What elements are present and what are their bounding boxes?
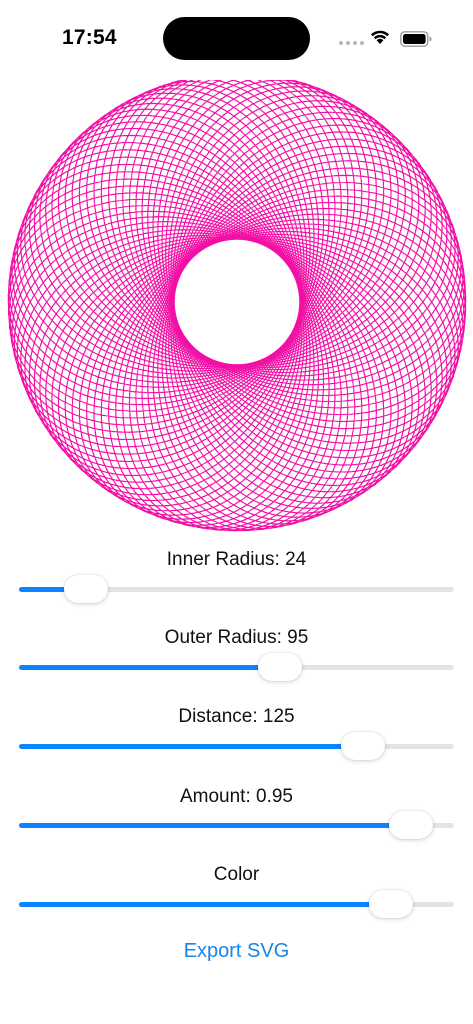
outer-radius-label: Outer Radius: 95	[164, 627, 309, 648]
outer-radius-slider[interactable]	[19, 647, 454, 687]
slider-fill	[19, 665, 280, 670]
slider-fill	[19, 902, 391, 907]
slider-fill	[19, 744, 363, 749]
slider-thumb[interactable]	[368, 890, 413, 918]
wifi-icon	[371, 30, 389, 44]
export-svg-button[interactable]: Export SVG	[0, 940, 473, 963]
color-slider[interactable]	[19, 884, 454, 924]
status-time: 17:54	[62, 26, 117, 49]
cellular-signal-icon	[339, 41, 364, 47]
inner-radius-label: Inner Radius: 24	[166, 549, 307, 570]
color-label: Color	[213, 864, 260, 885]
slider-thumb[interactable]	[64, 575, 109, 603]
spirograph-canvas	[7, 80, 467, 532]
slider-thumb[interactable]	[340, 732, 385, 760]
amount-slider[interactable]	[19, 805, 454, 845]
battery-icon	[400, 31, 432, 47]
status-bar: 17:54	[0, 0, 473, 72]
slider-thumb[interactable]	[258, 653, 302, 681]
slider-thumb[interactable]	[388, 811, 433, 839]
inner-radius-slider[interactable]	[19, 569, 454, 609]
slider-fill	[19, 823, 411, 828]
dynamic-island	[163, 17, 310, 60]
distance-slider[interactable]	[19, 726, 454, 766]
spirograph-curve	[7, 80, 467, 532]
distance-label: Distance: 125	[178, 706, 295, 727]
